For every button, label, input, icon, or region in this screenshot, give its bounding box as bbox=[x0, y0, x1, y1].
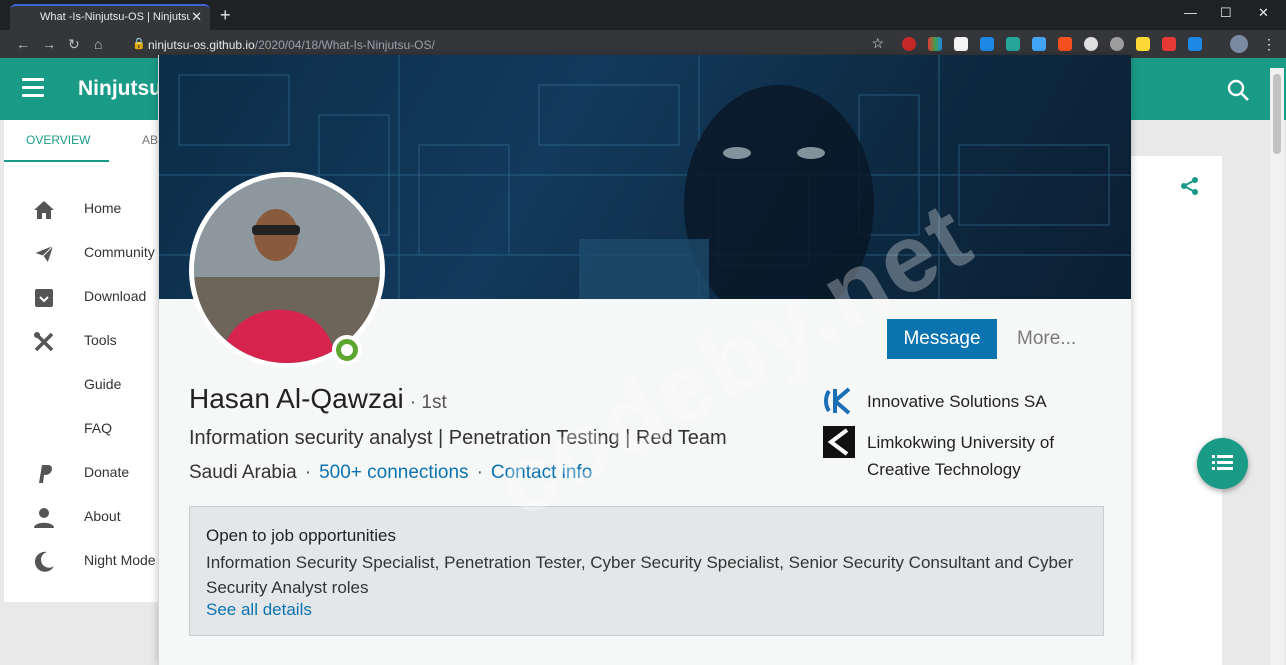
paypal-icon bbox=[39, 465, 52, 483]
sidebar-item-label: Home bbox=[84, 200, 122, 216]
share-icon[interactable] bbox=[1180, 176, 1200, 196]
tab-about[interactable]: AB bbox=[142, 133, 158, 147]
article-card bbox=[1130, 156, 1222, 665]
forward-icon[interactable]: → bbox=[42, 36, 56, 52]
home-page-icon[interactable]: ⌂ bbox=[94, 36, 102, 52]
back-icon[interactable]: ← bbox=[16, 36, 30, 52]
tab-overview[interactable]: OVERVIEW bbox=[26, 133, 90, 147]
sidebar-item-community[interactable]: Community bbox=[4, 232, 158, 276]
scrollbar[interactable] bbox=[1270, 68, 1284, 665]
table-of-contents-button[interactable] bbox=[1197, 438, 1248, 489]
side-navigation: OVERVIEW AB Home Community Download Tool… bbox=[4, 120, 158, 602]
profile-location: Saudi Arabia bbox=[189, 462, 297, 483]
extension-icon[interactable] bbox=[1136, 37, 1150, 51]
list-icon bbox=[1212, 455, 1233, 470]
new-tab-button[interactable]: + bbox=[220, 5, 231, 26]
extension-icon[interactable] bbox=[954, 37, 968, 51]
extension-icon[interactable] bbox=[1058, 37, 1072, 51]
search-icon[interactable] bbox=[1226, 78, 1250, 102]
sidebar-item-about[interactable]: About bbox=[4, 496, 158, 540]
sidebar-item-guide[interactable]: Guide bbox=[4, 364, 158, 408]
sidebar-item-label: Tools bbox=[84, 332, 117, 348]
connection-degree: · 1st bbox=[409, 392, 447, 413]
url-path: /2020/04/18/What-Is-Ninjutsu-OS/ bbox=[254, 38, 435, 52]
tab-title: What -Is-Ninjutsu-OS | Ninjutsu bbox=[40, 11, 190, 23]
home-icon bbox=[34, 201, 54, 219]
nav-list: Home Community Download Tools Guide FAQ … bbox=[4, 188, 158, 584]
profile-headline: Information security analyst | Penetrati… bbox=[189, 427, 727, 449]
site-brand[interactable]: Ninjutsu bbox=[78, 77, 162, 101]
tab-close-icon[interactable]: ✕ bbox=[191, 9, 202, 25]
extension-icon[interactable] bbox=[1032, 37, 1046, 51]
person-icon bbox=[34, 508, 54, 528]
open-to-work-description: Information Security Specialist, Penetra… bbox=[206, 553, 1074, 597]
extension-icon[interactable] bbox=[1188, 37, 1202, 51]
org-name: Innovative Solutions SA bbox=[867, 392, 1047, 411]
browser-toolbar: ← → ↻ ⌂ 🔒 ninjutsu-os.github.io/2020/04/… bbox=[0, 30, 1286, 58]
reload-icon[interactable]: ↻ bbox=[68, 36, 80, 53]
hamburger-menu-icon[interactable] bbox=[22, 78, 44, 102]
sidebar-item-label: Night Mode bbox=[84, 552, 156, 568]
open-to-work-box: Open to job opportunities Information Se… bbox=[189, 506, 1104, 636]
profile-name: Hasan Al-Qawzai bbox=[189, 383, 404, 414]
sidebar-item-label: FAQ bbox=[84, 420, 113, 436]
maximize-button[interactable]: ☐ bbox=[1220, 5, 1232, 21]
separator: · bbox=[476, 462, 483, 483]
separator: · bbox=[304, 462, 312, 483]
extension-icon[interactable] bbox=[1162, 37, 1176, 51]
contact-info-link[interactable]: Contact info bbox=[491, 462, 592, 483]
url-host: ninjutsu-os.github.io bbox=[148, 38, 255, 52]
extension-icon[interactable] bbox=[902, 37, 916, 51]
extension-icon[interactable] bbox=[1110, 37, 1124, 51]
archive-icon bbox=[35, 289, 53, 307]
profile-avatar-icon[interactable] bbox=[1230, 35, 1248, 53]
bookmark-star-icon[interactable]: ☆ bbox=[871, 35, 884, 52]
sidebar-item-donate[interactable]: Donate bbox=[4, 452, 158, 496]
open-to-work-title: Open to job opportunities bbox=[206, 526, 396, 545]
sidebar-item-label: Guide bbox=[84, 376, 122, 392]
org-name: Limkokwing University of Creative Techno… bbox=[867, 433, 1055, 479]
sidebar-item-faq[interactable]: FAQ bbox=[4, 408, 158, 452]
linkedin-profile-card: Message More... Hasan Al-Qawzai · 1st Inf… bbox=[158, 55, 1131, 665]
tools-icon bbox=[34, 332, 54, 352]
see-all-details-link[interactable]: See all details bbox=[206, 600, 312, 620]
address-bar[interactable]: 🔒 ninjutsu-os.github.io/2020/04/18/What-… bbox=[120, 34, 890, 56]
innovative-solutions-logo bbox=[824, 387, 851, 415]
sidebar-item-label: About bbox=[84, 508, 121, 524]
menu-kebab-icon[interactable]: ⋮ bbox=[1262, 36, 1276, 53]
extension-icon[interactable] bbox=[1006, 37, 1020, 51]
browser-tab[interactable]: What -Is-Ninjutsu-OS | Ninjutsu ✕ bbox=[10, 4, 210, 30]
browser-tab-bar: What -Is-Ninjutsu-OS | Ninjutsu ✕ + — ☐ … bbox=[0, 0, 1286, 30]
message-button[interactable]: Message bbox=[887, 319, 997, 359]
sidebar-item-home[interactable]: Home bbox=[4, 188, 158, 232]
limkokwing-logo bbox=[823, 426, 855, 458]
extension-icon[interactable] bbox=[1084, 37, 1098, 51]
scrollbar-thumb[interactable] bbox=[1273, 74, 1281, 154]
profile-meta-row: Saudi Arabia · 500+ connections · Contact in… bbox=[189, 462, 592, 484]
active-tab-indicator bbox=[4, 160, 109, 162]
sidebar-item-tools[interactable]: Tools bbox=[4, 320, 158, 364]
profile-name-row: Hasan Al-Qawzai · 1st bbox=[189, 383, 447, 415]
online-status-badge bbox=[332, 335, 362, 365]
url-text: ninjutsu-os.github.io/2020/04/18/What-Is… bbox=[148, 38, 435, 52]
sidebar-item-label: Donate bbox=[84, 464, 130, 480]
close-window-button[interactable]: ✕ bbox=[1258, 5, 1269, 21]
connections-link[interactable]: 500+ connections bbox=[319, 462, 468, 483]
sidebar-item-label: Community bbox=[84, 244, 155, 260]
sidebar-item-night-mode[interactable]: Night Mode bbox=[4, 540, 158, 584]
moon-icon bbox=[34, 551, 54, 572]
paper-plane-icon bbox=[32, 244, 55, 265]
more-button[interactable]: More... bbox=[1017, 328, 1076, 350]
lock-icon: 🔒 bbox=[132, 38, 146, 50]
sidebar-item-download[interactable]: Download bbox=[4, 276, 158, 320]
extension-icon[interactable] bbox=[980, 37, 994, 51]
minimize-button[interactable]: — bbox=[1184, 5, 1197, 20]
extension-icon[interactable] bbox=[928, 37, 942, 51]
sidebar-item-label: Download bbox=[84, 288, 147, 304]
